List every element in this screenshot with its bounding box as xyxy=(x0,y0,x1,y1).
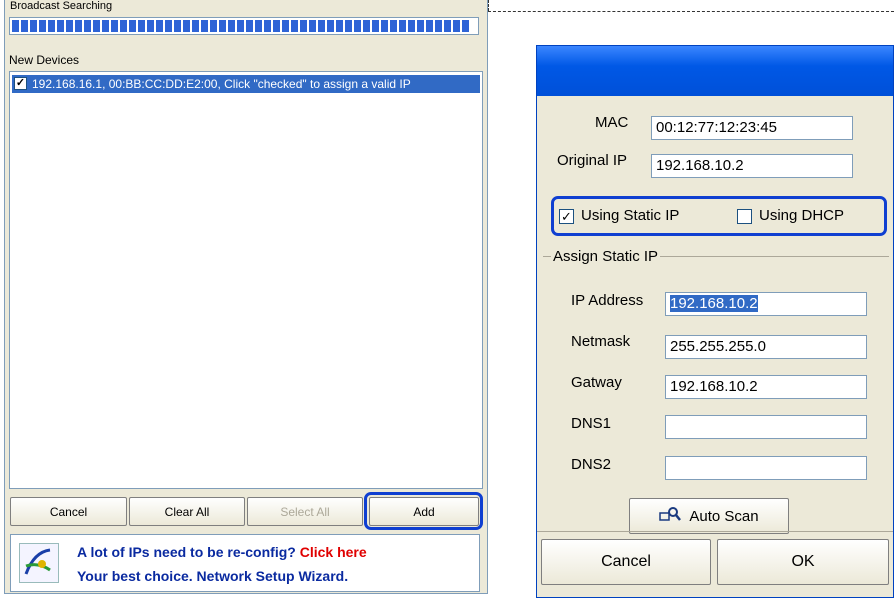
add-button-highlight xyxy=(364,492,483,530)
ip-address-field[interactable]: 192.168.10.2 xyxy=(665,292,867,316)
progress-segment xyxy=(21,20,28,32)
dialog-title-bar xyxy=(537,46,893,96)
progress-segment xyxy=(174,20,181,32)
static-ip-label[interactable]: Using Static IP xyxy=(581,207,679,224)
progress-segment xyxy=(318,20,325,32)
progress-segment xyxy=(291,20,298,32)
netmask-field[interactable]: 255.255.255.0 xyxy=(665,335,867,359)
progress-segment xyxy=(273,20,280,32)
progress-segment xyxy=(255,20,262,32)
device-search-window: Broadcast Searching New Devices 192.168.… xyxy=(0,0,488,598)
broadcast-searching-label: Broadcast Searching xyxy=(8,0,115,12)
auto-scan-button[interactable]: Auto Scan xyxy=(629,498,789,534)
clear-all-button[interactable]: Clear All xyxy=(129,497,245,526)
gateway-label: Gatway xyxy=(571,374,622,391)
ok-button[interactable]: OK xyxy=(717,539,889,585)
cancel-button[interactable]: Cancel xyxy=(10,497,127,526)
progress-segment xyxy=(381,20,388,32)
dhcp-checkbox[interactable] xyxy=(737,209,752,224)
progress-segment xyxy=(336,20,343,32)
progress-segment xyxy=(363,20,370,32)
wizard-banner-question: A lot of IPs need to be re-config? xyxy=(77,544,296,560)
progress-segment xyxy=(75,20,82,32)
magnifier-icon xyxy=(659,506,682,526)
dialog-cancel-button[interactable]: Cancel xyxy=(541,539,711,585)
progress-segment xyxy=(39,20,46,32)
progress-segment xyxy=(111,20,118,32)
broadcast-progress-bar xyxy=(9,17,479,35)
ip-address-label: IP Address xyxy=(571,292,644,309)
progress-segment xyxy=(309,20,316,32)
progress-segment xyxy=(129,20,136,32)
progress-segment xyxy=(210,20,217,32)
progress-segment xyxy=(399,20,406,32)
ip-config-dialog: MAC 00:12:77:12:23:45 Original IP 192.16… xyxy=(536,45,894,598)
progress-segment xyxy=(66,20,73,32)
dns1-field[interactable] xyxy=(665,415,867,439)
dhcp-label[interactable]: Using DHCP xyxy=(759,207,844,224)
wizard-banner[interactable]: A lot of IPs need to be re-config? Click… xyxy=(10,534,480,592)
wizard-banner-line2: Your best choice. Network Setup Wizard. xyxy=(77,568,349,584)
progress-segment xyxy=(120,20,127,32)
progress-segment xyxy=(165,20,172,32)
new-devices-list[interactable]: 192.168.16.1, 00:BB:CC:DD:E2:00, Click "… xyxy=(9,71,483,489)
wizard-banner-line1: A lot of IPs need to be re-config? Click… xyxy=(77,544,367,560)
dashed-guide-horizontal xyxy=(488,11,894,12)
progress-segment xyxy=(390,20,397,32)
progress-segment xyxy=(327,20,334,32)
original-ip-field[interactable]: 192.168.10.2 xyxy=(651,154,853,178)
progress-segment xyxy=(408,20,415,32)
new-devices-label: New Devices xyxy=(9,53,80,67)
progress-segment xyxy=(228,20,235,32)
progress-segment xyxy=(435,20,442,32)
progress-segment xyxy=(192,20,199,32)
progress-segment xyxy=(372,20,379,32)
mac-label: MAC xyxy=(595,114,629,131)
progress-segment xyxy=(246,20,253,32)
progress-segment xyxy=(57,20,64,32)
original-ip-label: Original IP xyxy=(557,152,628,169)
progress-segment xyxy=(84,20,91,32)
progress-segment xyxy=(426,20,433,32)
progress-segment xyxy=(219,20,226,32)
progress-segment xyxy=(183,20,190,32)
mac-field[interactable]: 00:12:77:12:23:45 xyxy=(651,116,853,140)
progress-segment xyxy=(201,20,208,32)
assign-static-ip-label: Assign Static IP xyxy=(551,248,661,265)
progress-segment xyxy=(12,20,19,32)
dns2-field[interactable] xyxy=(665,456,867,480)
progress-segment xyxy=(237,20,244,32)
progress-segment xyxy=(453,20,460,32)
click-here-link[interactable]: Click here xyxy=(300,544,367,560)
progress-segment xyxy=(354,20,361,32)
progress-segment xyxy=(138,20,145,32)
device-list-item[interactable]: 192.168.16.1, 00:BB:CC:DD:E2:00, Click "… xyxy=(12,75,480,93)
progress-segment xyxy=(30,20,37,32)
progress-segment xyxy=(102,20,109,32)
ip-address-value: 192.168.10.2 xyxy=(670,295,758,312)
progress-segment xyxy=(444,20,451,32)
select-all-button[interactable]: Select All xyxy=(247,497,363,526)
dns1-label: DNS1 xyxy=(571,415,612,432)
progress-segment xyxy=(147,20,154,32)
progress-segment xyxy=(417,20,424,32)
dialog-bottom-separator xyxy=(537,531,893,532)
gateway-field[interactable]: 192.168.10.2 xyxy=(665,375,867,399)
progress-segment xyxy=(300,20,307,32)
progress-segment xyxy=(264,20,271,32)
wizard-icon xyxy=(19,543,59,583)
progress-segment xyxy=(282,20,289,32)
netmask-label: Netmask xyxy=(571,333,631,350)
progress-segment xyxy=(345,20,352,32)
progress-segment xyxy=(48,20,55,32)
progress-segment xyxy=(462,20,469,32)
dashed-guide-vertical xyxy=(488,0,489,11)
dns2-label: DNS2 xyxy=(571,456,612,473)
progress-segment xyxy=(93,20,100,32)
progress-segment xyxy=(156,20,163,32)
device-list-item-text: 192.168.16.1, 00:BB:CC:DD:E2:00, Click "… xyxy=(32,77,411,91)
static-ip-checkbox[interactable]: ✓ xyxy=(559,209,574,224)
auto-scan-label: Auto Scan xyxy=(689,507,759,525)
device-checkbox[interactable]: ✓ xyxy=(14,77,27,90)
